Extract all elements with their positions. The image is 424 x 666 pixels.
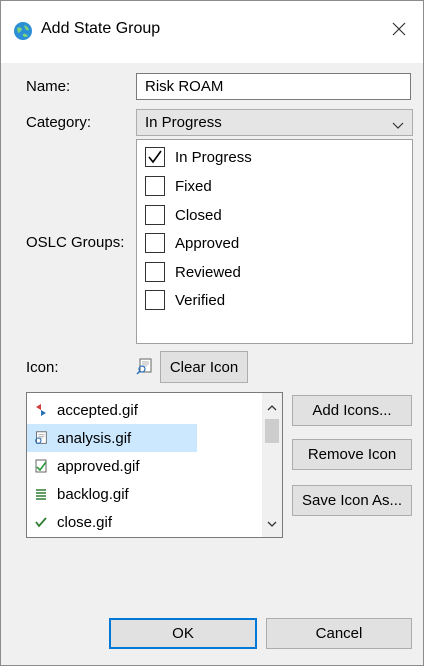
list-item[interactable]: close.gif xyxy=(27,508,197,536)
checkbox[interactable] xyxy=(145,205,165,225)
backlog-icon xyxy=(33,486,49,502)
oslc-group-label: Reviewed xyxy=(175,263,241,281)
name-field[interactable]: Risk ROAM xyxy=(136,73,411,100)
icon-label: Icon: xyxy=(26,359,59,376)
chevron-up-icon xyxy=(267,399,277,416)
name-label: Name: xyxy=(26,78,71,95)
oslc-group-closed[interactable]: Closed xyxy=(145,203,222,227)
approved-icon xyxy=(33,458,49,474)
checkbox[interactable] xyxy=(145,290,165,310)
oslc-groups-list: In Progress Fixed Closed Approved Review… xyxy=(136,139,413,344)
close-icon xyxy=(392,22,406,40)
oslc-group-label: In Progress xyxy=(175,148,252,166)
oslc-group-label: Closed xyxy=(175,206,222,224)
icon-list[interactable]: accepted.gif analysis.gif approved.gif b… xyxy=(26,392,283,538)
globe-icon xyxy=(13,21,33,41)
chevron-down-icon xyxy=(267,515,277,532)
list-item[interactable]: accepted.gif xyxy=(27,396,197,424)
checkbox[interactable] xyxy=(145,262,165,282)
close-button[interactable] xyxy=(375,11,423,51)
ok-button[interactable]: OK xyxy=(109,618,257,649)
category-label: Category: xyxy=(26,114,92,131)
list-item[interactable]: approved.gif xyxy=(27,452,197,480)
title-bar: Add State Group xyxy=(1,1,423,63)
checkbox-checked[interactable] xyxy=(145,147,165,167)
add-state-group-dialog: Add State Group Name: Risk ROAM Category… xyxy=(0,0,424,666)
chevron-down-icon xyxy=(392,117,404,134)
analysis-icon xyxy=(136,357,156,377)
icon-list-scrollbar[interactable] xyxy=(262,393,282,537)
scroll-up-button[interactable] xyxy=(262,397,282,417)
checkbox[interactable] xyxy=(145,233,165,253)
oslc-group-in-progress[interactable]: In Progress xyxy=(145,145,252,169)
oslc-group-fixed[interactable]: Fixed xyxy=(145,174,212,198)
oslc-group-approved[interactable]: Approved xyxy=(145,231,239,255)
scroll-down-button[interactable] xyxy=(262,513,282,533)
oslc-group-label: Approved xyxy=(175,234,240,252)
oslc-group-label: Fixed xyxy=(175,177,212,195)
accepted-icon xyxy=(33,402,49,418)
analysis-icon xyxy=(33,430,49,446)
remove-icon-button[interactable]: Remove Icon xyxy=(292,439,412,470)
checkmark-icon xyxy=(33,514,49,530)
scroll-thumb[interactable] xyxy=(265,419,279,443)
oslc-group-label: Verified xyxy=(175,291,226,309)
cancel-button[interactable]: Cancel xyxy=(266,618,412,649)
checkbox[interactable] xyxy=(145,176,165,196)
add-icons-button[interactable]: Add Icons... xyxy=(292,395,412,426)
category-select[interactable]: In Progress xyxy=(136,109,413,136)
dialog-title: Add State Group xyxy=(41,20,161,37)
save-icon-as-button[interactable]: Save Icon As... xyxy=(292,485,412,516)
oslc-group-reviewed[interactable]: Reviewed xyxy=(145,260,241,284)
clear-icon-button[interactable]: Clear Icon xyxy=(160,351,248,383)
list-item-selected[interactable]: analysis.gif xyxy=(27,424,197,452)
oslc-groups-label: OSLC Groups: xyxy=(26,234,125,251)
category-value: In Progress xyxy=(145,114,222,131)
oslc-group-verified[interactable]: Verified xyxy=(145,288,225,312)
list-item[interactable]: backlog.gif xyxy=(27,480,197,508)
